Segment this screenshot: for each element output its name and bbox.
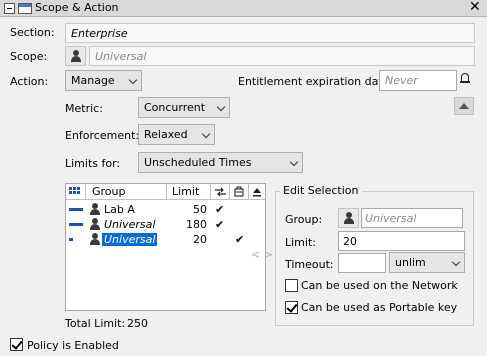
- scope-placeholder: Universal: [95, 50, 147, 63]
- key-icon: [234, 186, 244, 197]
- enforcement-label: Enforcement:: [65, 129, 140, 142]
- total-limit-label: Total Limit:: [65, 317, 126, 330]
- timeout-unit-select[interactable]: unlim: [389, 252, 465, 273]
- policy-enabled-label[interactable]: Policy is Enabled: [27, 339, 119, 352]
- user-icon: [90, 233, 100, 245]
- window-icon: [18, 3, 32, 14]
- sort-icon: [253, 188, 261, 197]
- section-field: Enterprise: [65, 23, 475, 43]
- enforcement-select[interactable]: Relaxed: [138, 124, 215, 145]
- table-row[interactable]: Universal 20 ✔: [66, 232, 265, 247]
- chevron-down-icon: [216, 102, 226, 112]
- row-limit: 180: [186, 218, 207, 231]
- sort-column-header[interactable]: [249, 184, 265, 200]
- user-icon: [344, 212, 354, 224]
- row-group: Lab A: [104, 203, 135, 216]
- usage-bar: [69, 208, 83, 211]
- grid-icon: [69, 187, 80, 197]
- edit-limit-field[interactable]: 20: [338, 231, 465, 251]
- close-icon[interactable]: ✕: [469, 0, 481, 15]
- chevron-down-icon: [128, 75, 138, 85]
- panel-title: Scope & Action: [35, 1, 119, 14]
- bell-icon[interactable]: [460, 73, 470, 85]
- limits-table[interactable]: Group Limit Lab A 50 ✔ Universal 180 ✔ Univers…: [65, 183, 266, 311]
- user-icon: [71, 50, 81, 62]
- network-column-header[interactable]: [211, 184, 230, 200]
- entitlement-date-field[interactable]: Never: [379, 70, 457, 91]
- row-network-check: ✔: [215, 218, 225, 231]
- section-label: Section:: [10, 26, 55, 39]
- user-icon: [90, 218, 100, 230]
- row-group: Universal: [104, 218, 156, 231]
- limit-column-header[interactable]: Limit: [167, 184, 211, 200]
- row-limit: 50: [193, 203, 207, 216]
- portable-checkbox[interactable]: [285, 301, 298, 314]
- chevron-down-icon: [289, 157, 299, 167]
- network-checkbox[interactable]: [285, 279, 298, 292]
- row-group: Universal: [102, 233, 158, 246]
- usage-bar: [69, 238, 73, 241]
- edit-limit-label: Limit:: [285, 236, 316, 249]
- edit-group-picker-button[interactable]: [338, 208, 359, 228]
- collapse-up-button[interactable]: [454, 97, 474, 115]
- collapse-icon[interactable]: [4, 3, 15, 14]
- scope-label: Scope:: [10, 50, 48, 63]
- portable-label[interactable]: Can be used as Portable key: [301, 301, 457, 314]
- network-icon: [215, 187, 226, 197]
- metric-label: Metric:: [65, 102, 103, 115]
- edit-group-placeholder: Universal: [365, 212, 417, 225]
- user-icon: [90, 203, 100, 215]
- row-limit: 20: [193, 233, 207, 246]
- group-column-header[interactable]: Group: [86, 184, 167, 200]
- usage-bar: [69, 223, 83, 226]
- edit-limit-value: 20: [343, 235, 357, 248]
- chevron-down-icon: [451, 257, 461, 267]
- metric-select[interactable]: Concurrent: [138, 97, 230, 118]
- section-value: Enterprise: [71, 27, 128, 40]
- action-label: Action:: [10, 75, 49, 88]
- edit-group-label: Group:: [285, 213, 323, 226]
- timeout-unit-value: unlim: [395, 256, 426, 269]
- action-value: Manage: [71, 74, 115, 87]
- limits-for-label: Limits for:: [65, 157, 121, 170]
- policy-enabled-checkbox[interactable]: [10, 338, 23, 351]
- scope-field[interactable]: Universal: [89, 46, 475, 66]
- entitlement-placeholder: Never: [385, 74, 418, 87]
- table-row[interactable]: Lab A 50 ✔: [66, 202, 265, 217]
- action-select[interactable]: Manage: [65, 70, 142, 91]
- edit-group-field[interactable]: Universal: [361, 208, 463, 228]
- timeout-field[interactable]: [338, 253, 386, 273]
- scope-picker-button[interactable]: [65, 46, 86, 66]
- row-portable-check: ✔: [235, 233, 245, 246]
- metric-value: Concurrent: [144, 101, 206, 114]
- move-arrows[interactable]: < >: [251, 248, 273, 261]
- column-chooser-header[interactable]: [66, 184, 86, 200]
- timeout-label: Timeout:: [285, 258, 334, 271]
- row-network-check: ✔: [215, 203, 225, 216]
- limits-for-select[interactable]: Unscheduled Times: [138, 152, 303, 173]
- table-row[interactable]: Universal 180 ✔: [66, 217, 265, 232]
- enforcement-value: Relaxed: [144, 128, 188, 141]
- portable-column-header[interactable]: [230, 184, 249, 200]
- total-limit-value: 250: [127, 317, 148, 330]
- entitlement-label: Entitlement expiration date:: [238, 75, 394, 88]
- edit-selection-title: Edit Selection: [280, 184, 362, 197]
- chevron-down-icon: [201, 129, 211, 139]
- limits-for-value: Unscheduled Times: [144, 156, 252, 169]
- network-label[interactable]: Can be used on the Network: [301, 279, 458, 292]
